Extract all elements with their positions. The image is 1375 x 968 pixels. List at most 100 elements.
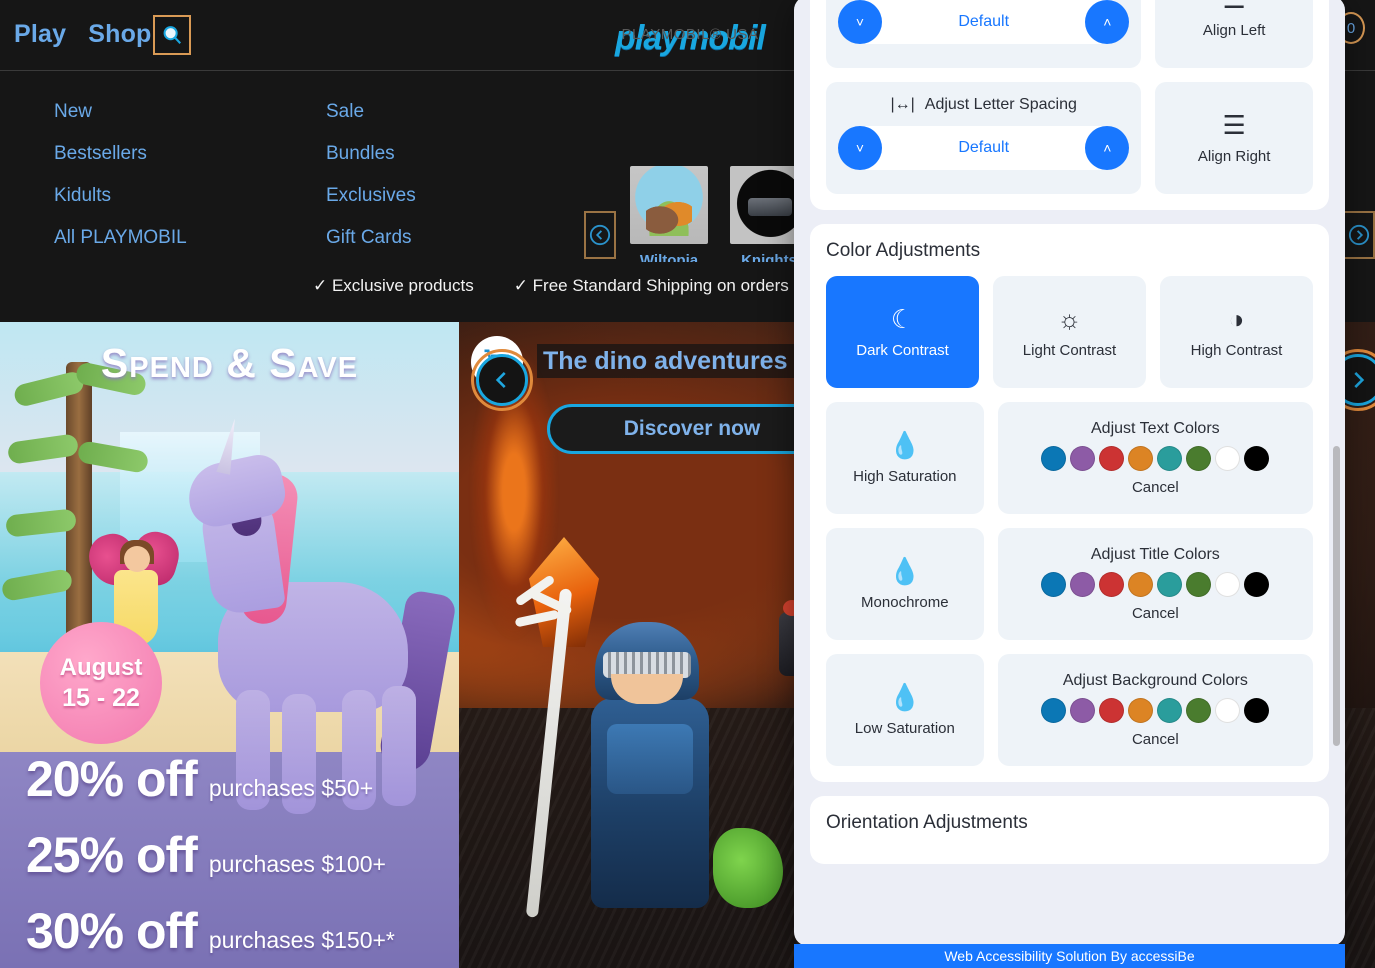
- swatch-black[interactable]: [1244, 572, 1270, 597]
- letter-spacing-increase-button[interactable]: ˄: [1085, 126, 1130, 170]
- adjust-background-colors-title: Adjust Background Colors: [1062, 672, 1248, 689]
- background-colors-cancel-button[interactable]: Cancel: [1132, 731, 1179, 748]
- letter-spacing-icon: |↔|: [890, 96, 915, 113]
- dark-contrast-button[interactable]: ☾ Dark Contrast: [826, 276, 979, 388]
- hero-banner-spend-save[interactable]: Spend & Save August 15 - 22 20% off purc…: [0, 322, 459, 968]
- accessibility-panel: ˅ Default ˄ ☰ Align Left |↔| Adjust Lett…: [794, 0, 1345, 946]
- droplet-filled-icon: 💧: [888, 429, 922, 460]
- title-colors-cancel-button[interactable]: Cancel: [1132, 605, 1179, 622]
- high-contrast-label: High Contrast: [1190, 341, 1283, 359]
- nav-item-sale[interactable]: Sale: [326, 91, 416, 133]
- text-colors-row: 💧 High Saturation Adjust Text Colors Can…: [826, 402, 1313, 514]
- topbar-link-play[interactable]: Play: [14, 20, 66, 49]
- discount-condition: purchases $50+: [208, 775, 374, 801]
- swatch-black[interactable]: [1244, 698, 1270, 723]
- monochrome-button[interactable]: 💧 Monochrome: [826, 528, 984, 640]
- swatch-green[interactable]: [1186, 446, 1212, 471]
- screen-root: Play Shop playmobil PLAYMOBIL® USA 0 New…: [0, 0, 1375, 968]
- letter-spacing-value: Default: [958, 139, 1010, 156]
- swatch-red[interactable]: [1099, 572, 1125, 597]
- color-adjustments-title: Color Adjustments: [826, 240, 981, 261]
- align-right-button[interactable]: ☰ Align Right: [1155, 82, 1313, 194]
- letter-spacing-label: Adjust Letter Spacing: [924, 96, 1077, 113]
- low-saturation-button[interactable]: 💧 Low Saturation: [826, 654, 984, 766]
- swatch-blue[interactable]: [1041, 698, 1067, 723]
- swatch-orange[interactable]: [1128, 572, 1154, 597]
- promo-item-shipping: ✓ Free Standard Shipping on orders: [513, 276, 789, 295]
- category-thumb-wiltopia: [630, 166, 708, 244]
- color-adjustments-card: Color Adjustments ☾ Dark Contrast ☼ Ligh…: [810, 224, 1329, 782]
- swatch-blue[interactable]: [1041, 572, 1067, 597]
- promo-date-badge: August 15 - 22: [40, 622, 162, 744]
- light-contrast-label: Light Contrast: [1022, 341, 1117, 359]
- nav-item-bundles[interactable]: Bundles: [326, 133, 416, 175]
- text-colors-cancel-button[interactable]: Cancel: [1132, 479, 1179, 496]
- swatch-orange[interactable]: [1128, 698, 1154, 723]
- light-contrast-button[interactable]: ☼ Light Contrast: [993, 276, 1146, 388]
- brand-subtitle: PLAYMOBIL® USA: [621, 26, 759, 43]
- swatch-red[interactable]: [1099, 446, 1125, 471]
- promo-item-exclusive: ✓ Exclusive products: [313, 276, 474, 295]
- swatch-white[interactable]: [1215, 698, 1241, 723]
- swatch-white[interactable]: [1215, 446, 1241, 471]
- nav-item-exclusives[interactable]: Exclusives: [326, 175, 416, 217]
- swatch-white[interactable]: [1215, 572, 1241, 597]
- swatch-teal[interactable]: [1157, 698, 1183, 723]
- nav-item-gift-cards[interactable]: Gift Cards: [326, 217, 416, 259]
- category-next-button[interactable]: [1343, 211, 1375, 259]
- swatch-teal[interactable]: [1157, 572, 1183, 597]
- align-right-icon: ☰: [1222, 109, 1246, 140]
- swatch-purple[interactable]: [1070, 698, 1096, 723]
- brand-logo[interactable]: playmobil PLAYMOBIL® USA: [600, 16, 780, 60]
- accessibility-panel-scrollbar[interactable]: [1333, 446, 1340, 746]
- nav-item-kidults[interactable]: Kidults: [54, 175, 187, 217]
- nav-item-all-playmobil[interactable]: All PLAYMOBIL: [54, 217, 187, 259]
- background-colors-row: 💧 Low Saturation Adjust Background Color…: [826, 654, 1313, 766]
- contrast-tiles-row: ☾ Dark Contrast ☼ Light Contrast ◑ High …: [826, 276, 1313, 388]
- discount-tier: 30% off purchases $150+*: [26, 902, 395, 960]
- swatch-purple[interactable]: [1070, 446, 1096, 471]
- letter-spacing-header: |↔| Adjust Letter Spacing: [838, 96, 1129, 114]
- discount-tier: 20% off purchases $50+: [26, 750, 395, 808]
- accessibe-footer-link[interactable]: Web Accessibility Solution By accessiBe: [794, 944, 1345, 968]
- high-saturation-button[interactable]: 💧 High Saturation: [826, 402, 984, 514]
- contrast-circle-icon: ◑: [1228, 303, 1245, 334]
- nav-item-bestsellers[interactable]: Bestsellers: [54, 133, 187, 175]
- swatch-green[interactable]: [1186, 572, 1212, 597]
- adjust-text-colors-title: Adjust Text Colors: [1091, 420, 1220, 437]
- letter-spacing-decrease-button[interactable]: ˅: [838, 126, 882, 170]
- background-color-swatches: [1041, 698, 1270, 723]
- swatch-green[interactable]: [1186, 698, 1212, 723]
- top-partial-stepper-tile: ˅ Default ˄: [826, 0, 1142, 68]
- swatch-red[interactable]: [1099, 698, 1125, 723]
- decrease-button[interactable]: ˅: [838, 0, 882, 44]
- swatch-purple[interactable]: [1070, 572, 1096, 597]
- swatch-black[interactable]: [1244, 446, 1270, 471]
- adjust-title-colors-title: Adjust Title Colors: [1090, 546, 1220, 563]
- category-prev-button[interactable]: [584, 211, 616, 259]
- droplet-outline-icon: 💧: [888, 681, 922, 712]
- swatch-blue[interactable]: [1041, 446, 1067, 471]
- content-adjustments-card: ˅ Default ˄ ☰ Align Left |↔| Adjust Lett…: [810, 0, 1329, 210]
- high-contrast-button[interactable]: ◑ High Contrast: [1160, 276, 1313, 388]
- top-partial-stepper: ˅ Default ˄: [838, 0, 1130, 44]
- topbar-link-shop[interactable]: Shop: [88, 20, 151, 49]
- increase-button[interactable]: ˄: [1085, 0, 1130, 44]
- dino-knight-illustration: [499, 548, 829, 968]
- align-left-icon: ☰: [1223, 0, 1246, 12]
- adjust-text-colors-tile: Adjust Text Colors Cancel: [997, 402, 1313, 514]
- orientation-adjustments-title: Orientation Adjustments: [826, 812, 1028, 833]
- dino-hero-title: The dino adventures co: [537, 344, 830, 378]
- swatch-orange[interactable]: [1128, 446, 1154, 471]
- search-icon[interactable]: [153, 15, 191, 55]
- title-colors-row: 💧 Monochrome Adjust Title Colors Cancel: [826, 528, 1313, 640]
- discount-percent: 30% off: [26, 903, 198, 959]
- hero-prev-button[interactable]: [471, 349, 533, 411]
- nav-column-primary: New Bestsellers Kidults All PLAYMOBIL: [54, 91, 187, 259]
- nav-item-new[interactable]: New: [54, 91, 187, 133]
- align-left-label: Align Left: [1202, 21, 1266, 39]
- swatch-teal[interactable]: [1157, 446, 1183, 471]
- category-item-wiltopia[interactable]: Wiltopia: [630, 166, 708, 269]
- letter-spacing-stepper: ˅ Default ˄: [838, 126, 1130, 170]
- align-left-button[interactable]: ☰ Align Left: [1155, 0, 1313, 68]
